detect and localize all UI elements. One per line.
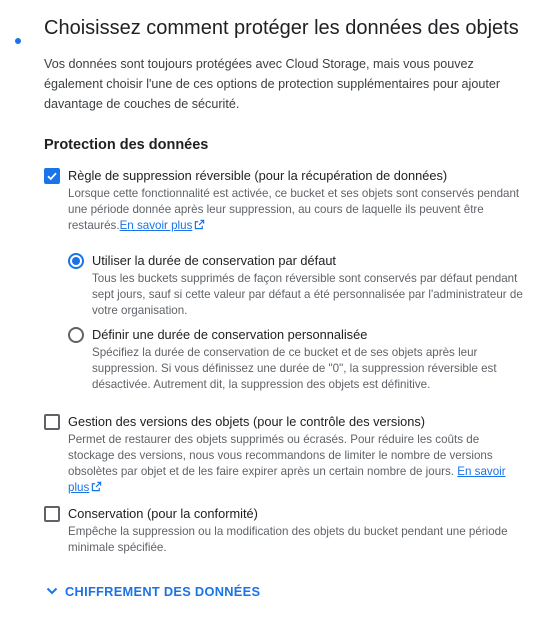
step-indicator-dot [15, 38, 21, 44]
default-retention-radio[interactable] [68, 253, 84, 269]
retention-compliance-description: Empêche la suppression ou la modificatio… [68, 525, 508, 554]
open-in-new-icon [92, 481, 102, 492]
soft-delete-option: Règle de suppression réversible (pour la… [44, 167, 524, 393]
object-versioning-option: Gestion des versions des objets (pour le… [44, 413, 524, 496]
data-protection-heading: Protection des données [44, 137, 209, 153]
retention-compliance-checkbox[interactable] [44, 506, 60, 522]
open-in-new-icon [195, 219, 205, 230]
data-protection-section: Choisissez comment protéger les données … [44, 14, 524, 599]
custom-retention-label[interactable]: Définir une durée de conservation person… [92, 326, 524, 344]
custom-retention-radio[interactable] [68, 327, 84, 343]
object-versioning-checkbox[interactable] [44, 414, 60, 430]
soft-delete-label[interactable]: Règle de suppression réversible (pour la… [68, 167, 524, 185]
data-encryption-expander[interactable]: CHIFFREMENT DES DONNÉES [44, 583, 524, 599]
data-encryption-label[interactable]: CHIFFREMENT DES DONNÉES [65, 584, 260, 599]
retention-compliance-option: Conservation (pour la conformité) Empêch… [44, 505, 524, 556]
section-title: Choisissez comment protéger les données … [44, 17, 519, 39]
object-versioning-label[interactable]: Gestion des versions des objets (pour le… [68, 413, 524, 431]
soft-delete-description: Lorsque cette fonctionnalité est activée… [68, 187, 520, 232]
default-retention-description: Tous les buckets supprimés de façon réve… [92, 272, 523, 317]
section-intro: Vos données sont toujours protégées avec… [44, 57, 501, 111]
retention-compliance-label[interactable]: Conservation (pour la conformité) [68, 505, 524, 523]
chevron-down-icon [46, 587, 58, 595]
custom-retention-option: Définir une durée de conservation person… [68, 326, 524, 393]
object-versioning-description: Permet de restaurer des objets supprimés… [68, 433, 506, 494]
default-retention-label[interactable]: Utiliser la durée de conservation par dé… [92, 252, 524, 270]
soft-delete-checkbox[interactable] [44, 168, 60, 184]
soft-delete-learn-more-link[interactable]: En savoir plus [120, 219, 193, 232]
default-retention-option: Utiliser la durée de conservation par dé… [68, 252, 524, 319]
check-icon [47, 172, 57, 181]
custom-retention-description: Spécifiez la durée de conservation de ce… [92, 346, 497, 391]
